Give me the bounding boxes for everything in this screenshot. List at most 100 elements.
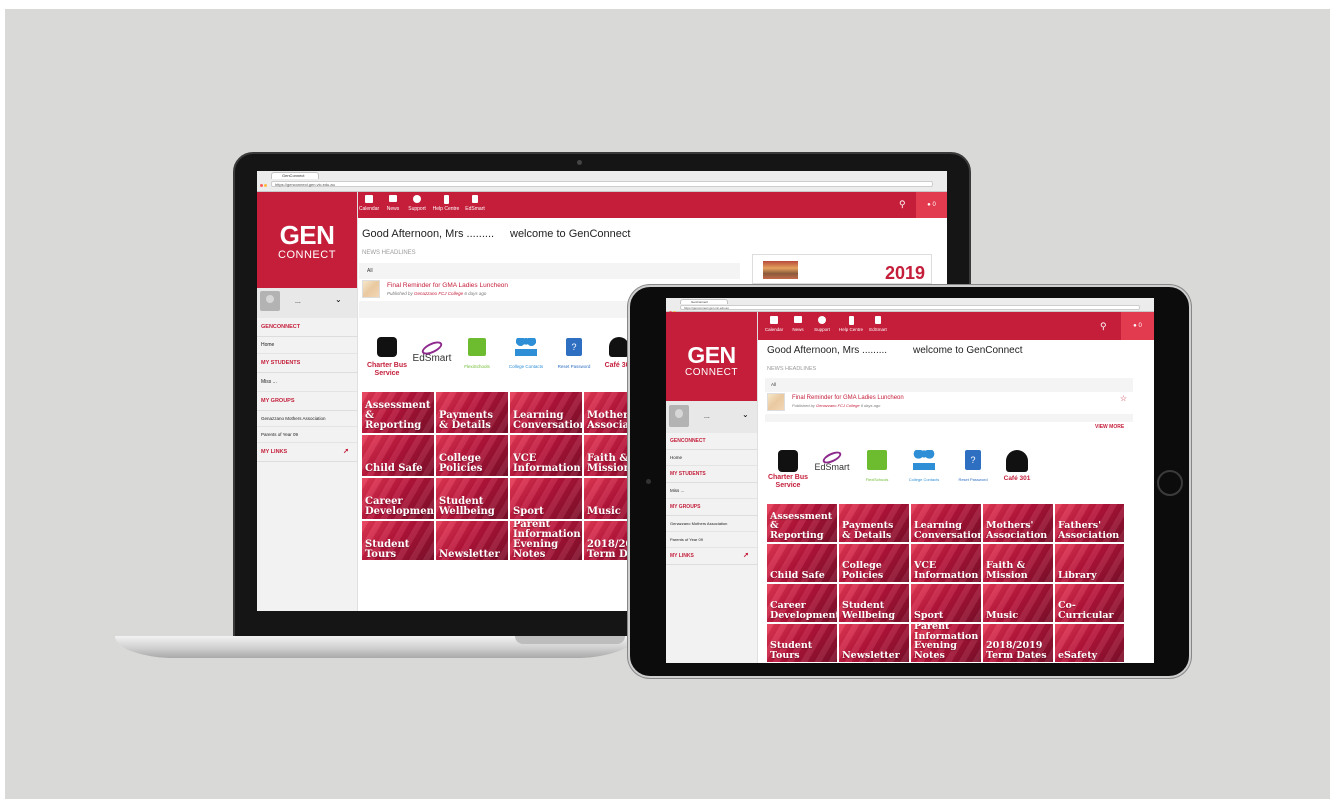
promo-banner[interactable]: 2019 [752, 254, 932, 284]
quick-link-edsmart[interactable]: EdSmart [811, 449, 853, 472]
brand-logo[interactable]: GEN CONNECT [257, 192, 357, 288]
tile-newsletter[interactable]: Newsletter [436, 521, 508, 560]
browser-tab[interactable]: GenConnect [680, 299, 728, 304]
sidebar-item-home[interactable]: Home [666, 450, 757, 466]
news-publisher[interactable]: Genazzano FCJ College [414, 291, 463, 296]
quick-link-college-contacts[interactable]: College Contacts [504, 338, 548, 369]
nav-help-centre[interactable]: Help Centre [836, 316, 866, 332]
tile-student-wellbeing[interactable]: Student Wellbeing [436, 478, 508, 519]
sidebar-item-group[interactable]: Parents of Year 09 [257, 427, 357, 443]
brand-logo[interactable]: GEN CONNECT [666, 312, 757, 401]
nav-news[interactable]: News [381, 195, 405, 212]
sidebar-section-my-students[interactable]: MY STUDENTS [666, 466, 757, 483]
tile-assessment-reporting[interactable]: Assessment & Reporting [767, 504, 837, 542]
star-icon[interactable]: ☆ [1120, 394, 1127, 403]
sidebar-section-my-links[interactable]: MY LINKS ➚ [257, 443, 357, 462]
tile-payments-details[interactable]: Payments & Details [839, 504, 909, 542]
tile-parent-information-evening-notes[interactable]: Parent Information Evening Notes [911, 624, 981, 662]
tile-child-safe[interactable]: Child Safe [767, 544, 837, 582]
tile-esafety[interactable]: eSafety [1055, 624, 1124, 662]
news-title[interactable]: Final Reminder for GMA Ladies Luncheon [792, 395, 904, 401]
news-title[interactable]: Final Reminder for GMA Ladies Luncheon [387, 282, 508, 289]
tile-child-safe[interactable]: Child Safe [362, 435, 434, 476]
tile-learning-conversations[interactable]: Learning Conversations [911, 504, 981, 542]
user-panel[interactable]: ... ⌄ [666, 401, 757, 433]
nav-calendar[interactable]: Calendar [355, 195, 383, 212]
address-bar[interactable]: https://genconnect.gen.vic.edu.au [680, 305, 1140, 310]
window-controls[interactable] [669, 301, 679, 332]
pin-icon[interactable]: ➚ [343, 447, 349, 455]
sidebar-item-group[interactable]: Genazzano Mothers Association [257, 411, 357, 427]
sidebar-section-my-groups[interactable]: MY GROUPS [666, 499, 757, 516]
news-filter-all[interactable]: All [771, 382, 776, 387]
tile-career-development[interactable]: Career Development [767, 584, 837, 622]
nav-edsmart[interactable]: EdSmart [461, 195, 489, 212]
home-button[interactable] [1157, 470, 1183, 496]
tile-mothers-associa[interactable]: Mothers' Associa [584, 392, 632, 433]
tile-student-tours[interactable]: Student Tours [767, 624, 837, 662]
tile-sport[interactable]: Sport [911, 584, 981, 622]
tile-library[interactable]: Library [1055, 544, 1124, 582]
user-panel[interactable]: ... ⌄ [257, 288, 357, 318]
notifications-button[interactable]: ● 0 [916, 192, 947, 218]
address-bar[interactable]: https://genconnect.gen.vic.edu.au [271, 181, 933, 187]
tile-newsletter[interactable]: Newsletter [839, 624, 909, 662]
view-more-link[interactable]: VIEW MORE [1095, 424, 1124, 430]
tile-2018-2019-term-dat[interactable]: 2018/2019 Term Dat [584, 521, 632, 560]
tile-vce-information[interactable]: VCE Information [911, 544, 981, 582]
search-icon[interactable]: ⚲ [899, 199, 906, 210]
chevron-down-icon[interactable]: ⌄ [335, 295, 342, 304]
sidebar-item-group[interactable]: Genazzano Mothers Association [666, 516, 757, 532]
tile-college-policies[interactable]: College Policies [436, 435, 508, 476]
sidebar-section-genconnect[interactable]: GENCONNECT [666, 433, 757, 450]
nav-support[interactable]: Support [403, 195, 431, 212]
nav-edsmart[interactable]: EdSmart [866, 316, 890, 332]
tile-college-policies[interactable]: College Policies [839, 544, 909, 582]
tile-learning-conversations[interactable]: Learning Conversations [510, 392, 582, 433]
nav-support[interactable]: Support [810, 316, 834, 332]
nav-news[interactable]: News [788, 316, 808, 332]
quick-link-flexischools[interactable]: FlexiSchools [458, 338, 496, 369]
tile-2018-2019-term-dates[interactable]: 2018/2019 Term Dates [983, 624, 1053, 662]
quick-link-charter-bus[interactable]: Charter Bus Service [365, 337, 409, 378]
window-controls[interactable] [260, 174, 270, 205]
quick-link-cafe[interactable]: Café 301 [995, 450, 1039, 482]
tile-student-tours[interactable]: Student Tours [362, 521, 434, 560]
tile-mothers-association[interactable]: Mothers' Association [983, 504, 1053, 542]
tile-sport[interactable]: Sport [510, 478, 582, 519]
chevron-down-icon[interactable]: ⌄ [742, 410, 749, 419]
tile-assessment-reporting[interactable]: Assessment & Reporting [362, 392, 434, 433]
sidebar-item-student[interactable]: Miss ... [666, 483, 757, 499]
sidebar-section-my-groups[interactable]: MY GROUPS [257, 392, 357, 411]
tile-parent-information-evening-notes[interactable]: Parent Information Evening Notes [510, 521, 582, 560]
nav-calendar[interactable]: Calendar [762, 316, 786, 332]
quick-link-reset-password[interactable]: ? Reset Password [951, 450, 995, 482]
tile-vce-information[interactable]: VCE Information [510, 435, 582, 476]
search-icon[interactable]: ⚲ [1100, 321, 1107, 332]
quick-link-reset-password[interactable]: ? Reset Password [554, 338, 594, 369]
quick-link-charter-bus[interactable]: Charter Bus Service [765, 450, 811, 490]
quick-link-college-contacts[interactable]: College Contacts [899, 450, 949, 482]
sidebar-section-genconnect[interactable]: GENCONNECT [257, 318, 357, 337]
browser-tab[interactable]: GenConnect [271, 172, 319, 179]
sidebar-item-student[interactable]: Miss ... [257, 373, 357, 392]
pin-icon[interactable]: ➚ [743, 551, 749, 559]
nav-help-centre[interactable]: Help Centre [429, 195, 463, 212]
quick-link-edsmart[interactable]: EdSmart [411, 338, 453, 364]
tile-career-development[interactable]: Career Development [362, 478, 434, 519]
tile-faith-mission[interactable]: Faith & Mission [983, 544, 1053, 582]
tile-fathers-association[interactable]: Fathers' Association [1055, 504, 1124, 542]
tile-payments-details[interactable]: Payments & Details [436, 392, 508, 433]
tile-faith-mission[interactable]: Faith & Mission [584, 435, 632, 476]
news-item[interactable]: Final Reminder for GMA Ladies Luncheon P… [765, 392, 1133, 414]
tile-music[interactable]: Music [983, 584, 1053, 622]
notifications-button[interactable]: ● 0 [1121, 312, 1154, 340]
tile-co-curricular[interactable]: Co-Curricular [1055, 584, 1124, 622]
sidebar-item-home[interactable]: Home [257, 337, 357, 354]
tile-student-wellbeing[interactable]: Student Wellbeing [839, 584, 909, 622]
sidebar-section-my-links[interactable]: MY LINKS ➚ [666, 548, 757, 565]
sidebar-section-my-students[interactable]: MY STUDENTS [257, 354, 357, 373]
quick-link-flexischools[interactable]: FlexiSchools [857, 450, 897, 482]
news-filter-all[interactable]: All [367, 268, 373, 274]
news-publisher[interactable]: Genazzano FCJ College [816, 403, 860, 408]
